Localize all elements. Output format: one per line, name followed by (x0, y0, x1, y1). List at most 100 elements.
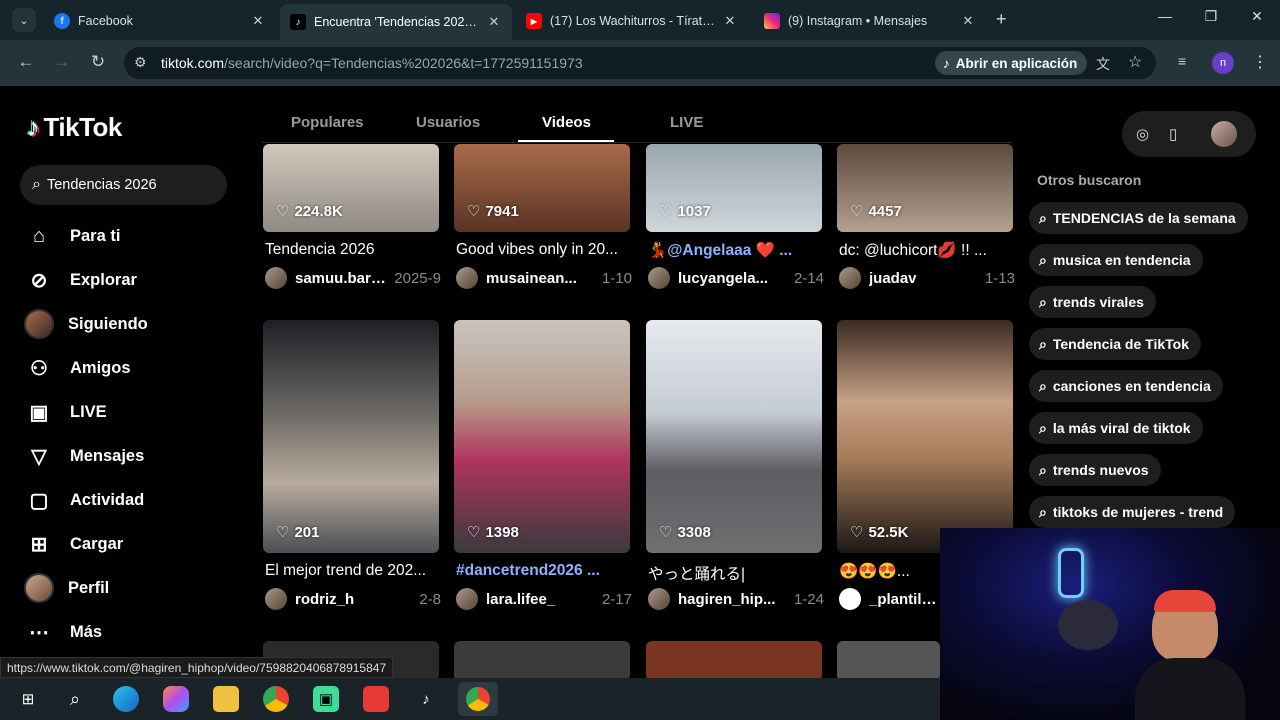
translate-icon[interactable]: 文 (1096, 54, 1110, 74)
nav-siguiendo[interactable]: Siguiendo (24, 309, 148, 339)
search-icon[interactable]: ⌕ (62, 686, 88, 712)
video-thumbnail[interactable] (454, 320, 630, 553)
menu-kebab-icon[interactable]: ⋮ (1252, 52, 1268, 72)
open-in-app-label: Abrir en aplicación (955, 55, 1078, 71)
search-icon: ⌕ (1039, 377, 1047, 394)
video-author[interactable]: rodriz_h 2-8 (265, 588, 441, 610)
youtube-icon: ▶ (526, 13, 542, 29)
home-icon: ⌂ (32, 224, 46, 247)
tiktok-logo[interactable]: ♪ TikTok (27, 112, 122, 143)
search-input[interactable]: ⌕ Tendencias 2026 (20, 165, 227, 205)
video-author[interactable]: musainean... 1-10 (456, 267, 632, 289)
open-in-app-button[interactable]: ♪ Abrir en aplicación (935, 51, 1088, 75)
media-controls-icon[interactable]: ≡ (1178, 53, 1186, 69)
like-count: ♡ 4457 (850, 202, 902, 221)
suggested-search[interactable]: ⌕ la más viral de tiktok (1029, 412, 1203, 444)
nav-explorar[interactable]: ⊘ Explorar (26, 265, 137, 295)
tiktok-app-icon[interactable]: ♪ (413, 686, 439, 712)
red-cap (1154, 590, 1216, 612)
nav-live[interactable]: ▣ LIVE (26, 397, 107, 427)
video-author[interactable]: _plantillas (839, 588, 939, 610)
chrome-active-icon[interactable] (458, 682, 498, 716)
nav-actividad[interactable]: ▢ Actividad (26, 485, 145, 515)
nav-amigos[interactable]: ⚇ Amigos (26, 353, 130, 383)
site-info-icon[interactable]: ⚙ (134, 54, 147, 71)
live-icon: ▣ (29, 401, 49, 424)
nav-para-ti[interactable]: ⌂ Para ti (26, 221, 121, 251)
compass-icon: ⊘ (30, 269, 48, 292)
upload-icon: ⊞ (30, 533, 48, 556)
url-path: /search/video?q=Tendencias%202026&t=1772… (224, 55, 583, 71)
coin-icon[interactable]: ◎ (1136, 125, 1149, 143)
tab-facebook[interactable]: f Facebook ✕ (44, 6, 276, 36)
video-title[interactable]: dc: @luchicort💋 !! ... (839, 241, 1015, 260)
file-explorer-icon[interactable] (213, 686, 239, 712)
nav-mensajes[interactable]: ▽ Mensajes (26, 441, 144, 471)
url-text[interactable]: tiktok.com/search/video?q=Tendencias%202… (161, 55, 583, 71)
video-thumbnail[interactable] (646, 641, 822, 678)
close-tab-icon[interactable]: ✕ (250, 13, 266, 29)
tab-videos[interactable]: Videos (542, 114, 591, 131)
following-avatar (24, 309, 54, 339)
reload-icon[interactable]: ↻ (86, 52, 110, 72)
video-title[interactable]: 💃@Angelaaa ❤️ ... (648, 241, 824, 260)
video-thumbnail[interactable] (263, 320, 439, 553)
app-icon[interactable]: ▣ (313, 686, 339, 712)
video-thumbnail[interactable] (837, 641, 940, 678)
video-thumbnail[interactable] (646, 320, 822, 553)
url-host: tiktok.com (161, 55, 225, 71)
suggested-search[interactable]: ⌕ trends virales (1029, 286, 1156, 318)
nav-perfil[interactable]: Perfil (24, 573, 109, 603)
video-thumbnail[interactable] (837, 320, 1013, 553)
video-thumbnail[interactable] (454, 641, 630, 678)
video-author[interactable]: lucyangela... 2-14 (648, 267, 824, 289)
video-title[interactable]: 😍😍😍... (839, 562, 939, 581)
tab-youtube[interactable]: ▶ (17) Los Wachiturros - Tírate Un ✕ (516, 6, 748, 36)
close-tab-icon[interactable]: ✕ (960, 13, 976, 29)
forward-arrow-icon[interactable]: → (50, 52, 74, 72)
tab-search-chevron-icon[interactable]: ⌄ (12, 8, 36, 32)
nav-mas[interactable]: ⋯ Más (26, 617, 102, 647)
suggested-search[interactable]: ⌕ tiktoks de mujeres - trend (1029, 496, 1236, 528)
avatar (648, 588, 670, 610)
video-author[interactable]: juadav 1-13 (839, 267, 1015, 289)
profile-avatar (24, 573, 54, 603)
tab-usuarios[interactable]: Usuarios (416, 114, 480, 131)
tab-populares[interactable]: Populares (291, 114, 364, 131)
video-author[interactable]: samuu.barb... 2025-9 (265, 267, 441, 289)
like-count: ♡ 52.5K (850, 523, 909, 542)
copilot-icon[interactable] (163, 686, 189, 712)
tab-tiktok[interactable]: ♪ Encuentra 'Tendencias 2026' en ✕ (280, 4, 512, 40)
calendar-app-icon[interactable] (363, 686, 389, 712)
browser-profile-avatar[interactable]: n (1212, 52, 1234, 74)
minimize-icon[interactable]: — (1150, 8, 1180, 24)
video-author[interactable]: lara.lifee_ 2-17 (456, 588, 632, 610)
user-avatar[interactable] (1211, 121, 1237, 147)
like-count: ♡ 1398 (467, 523, 519, 542)
suggested-search[interactable]: ⌕ musica en tendencia (1029, 244, 1203, 276)
device-icon[interactable]: ▯ (1169, 125, 1177, 143)
tab-instagram[interactable]: (9) Instagram • Mensajes ✕ (754, 6, 986, 36)
suggested-search[interactable]: ⌕ canciones en tendencia (1029, 370, 1223, 402)
video-title[interactable]: El mejor trend de 202... (265, 562, 441, 580)
windows-start-icon[interactable]: ⊞ (15, 686, 41, 712)
nav-cargar[interactable]: ⊞ Cargar (26, 529, 124, 559)
video-title[interactable]: Tendencia 2026 (265, 241, 441, 259)
tab-live[interactable]: LIVE (670, 114, 703, 131)
new-tab-plus-icon[interactable]: + (996, 9, 1007, 30)
close-tab-icon[interactable]: ✕ (722, 13, 738, 29)
video-title[interactable]: やっと踊れる| (648, 562, 824, 584)
video-author[interactable]: hagiren_hip... 1-24 (648, 588, 824, 610)
close-tab-icon[interactable]: ✕ (486, 14, 502, 30)
suggested-search[interactable]: ⌕ trends nuevos (1029, 454, 1161, 486)
suggested-search[interactable]: ⌕ TENDENCIAS de la semana (1029, 202, 1248, 234)
suggested-search[interactable]: ⌕ Tendencia de TikTok (1029, 328, 1201, 360)
chrome-icon[interactable] (263, 686, 289, 712)
back-arrow-icon[interactable]: ← (14, 52, 38, 72)
bookmark-star-icon[interactable]: ☆ (1128, 52, 1142, 72)
video-title[interactable]: #dancetrend2026 ... (456, 562, 632, 580)
edge-icon[interactable] (113, 686, 139, 712)
restore-icon[interactable]: ❐ (1196, 8, 1226, 25)
video-title[interactable]: Good vibes only in 20... (456, 241, 632, 259)
close-window-icon[interactable]: ✕ (1242, 8, 1272, 25)
